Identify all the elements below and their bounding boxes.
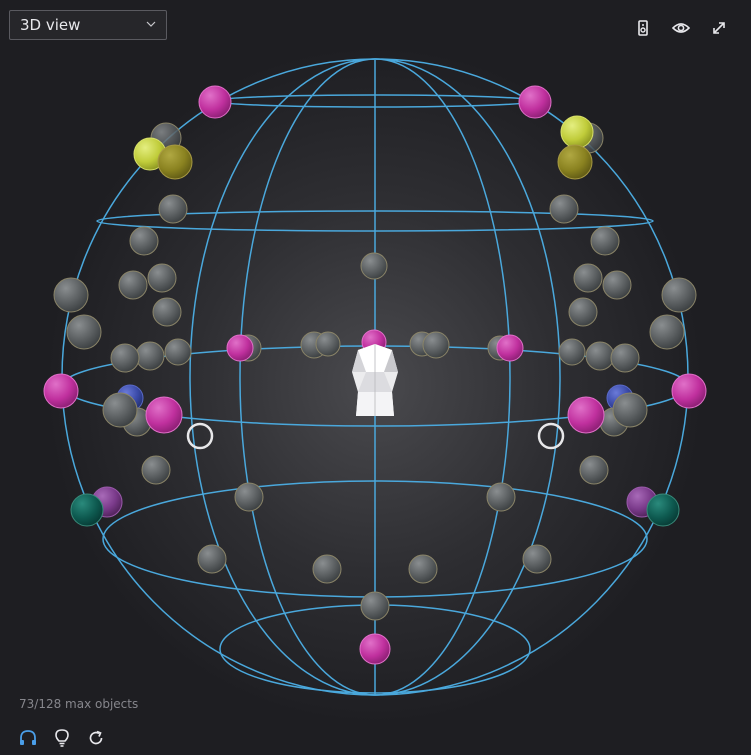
speaker-object[interactable] (359, 633, 391, 665)
speaker-object[interactable] (147, 263, 177, 293)
speaker-object[interactable] (164, 338, 192, 366)
speaker-object[interactable] (312, 554, 342, 584)
binaural-monitoring-button[interactable] (17, 727, 39, 749)
speaker-object[interactable] (198, 85, 232, 119)
expand-button[interactable] (707, 16, 731, 40)
speaker-object[interactable] (573, 263, 603, 293)
speaker-object[interactable] (315, 331, 341, 357)
speaker-object[interactable] (661, 277, 697, 313)
speaker-object[interactable] (612, 392, 648, 428)
chevron-down-icon (146, 21, 156, 27)
speaker-object[interactable] (585, 341, 615, 371)
speaker-object[interactable] (602, 270, 632, 300)
speaker-object[interactable] (226, 334, 254, 362)
speaker-object[interactable] (518, 85, 552, 119)
speaker-sphere-scene[interactable] (0, 0, 751, 755)
speaker-object[interactable] (549, 194, 579, 224)
speaker-object[interactable] (422, 331, 450, 359)
speaker-object[interactable] (141, 455, 171, 485)
speaker-object[interactable] (157, 144, 193, 180)
speaker-object[interactable] (558, 338, 586, 366)
speaker-object[interactable] (671, 373, 707, 409)
speaker-object[interactable] (360, 252, 388, 280)
eye-icon (672, 23, 690, 33)
listener-head-model (352, 344, 398, 416)
speaker-object[interactable] (145, 396, 183, 434)
speaker-object[interactable] (43, 373, 79, 409)
speaker-object[interactable] (129, 226, 159, 256)
speaker-object[interactable] (408, 554, 438, 584)
object-count-status: 73/128 max objects (19, 697, 139, 711)
speaker-object[interactable] (579, 455, 609, 485)
spatial-viewport[interactable] (0, 0, 751, 755)
speaker-object[interactable] (610, 343, 640, 373)
reset-icon (89, 730, 103, 745)
speaker-object[interactable] (649, 314, 685, 350)
view-mode-dropdown[interactable]: 3D view (9, 10, 167, 40)
speaker-object[interactable] (522, 544, 552, 574)
speaker-icon (638, 20, 648, 36)
lightbulb-icon (55, 729, 69, 747)
speaker-object[interactable] (646, 493, 680, 527)
speaker-object[interactable] (197, 544, 227, 574)
lighting-button[interactable] (51, 727, 73, 749)
speaker-layout-button[interactable] (631, 16, 655, 40)
speaker-object[interactable] (102, 392, 138, 428)
speaker-object[interactable] (360, 591, 390, 621)
speaker-object[interactable] (496, 334, 524, 362)
speaker-object[interactable] (234, 482, 264, 512)
speaker-object[interactable] (110, 343, 140, 373)
speaker-object[interactable] (118, 270, 148, 300)
speaker-object[interactable] (568, 297, 598, 327)
speaker-object[interactable] (560, 115, 594, 149)
listener-position-marker[interactable] (537, 422, 565, 450)
speaker-object[interactable] (567, 396, 605, 434)
reset-view-button[interactable] (85, 727, 107, 749)
speaker-object[interactable] (590, 226, 620, 256)
speaker-object[interactable] (152, 297, 182, 327)
expand-icon (713, 22, 725, 34)
speaker-object[interactable] (557, 144, 593, 180)
speaker-object[interactable] (70, 493, 104, 527)
speaker-object[interactable] (486, 482, 516, 512)
speaker-object[interactable] (66, 314, 102, 350)
speaker-object[interactable] (53, 277, 89, 313)
visibility-button[interactable] (669, 16, 693, 40)
headphones-icon (20, 730, 36, 745)
listener-position-marker[interactable] (186, 422, 214, 450)
speaker-object[interactable] (158, 194, 188, 224)
speaker-object[interactable] (135, 341, 165, 371)
view-mode-label: 3D view (20, 16, 81, 34)
